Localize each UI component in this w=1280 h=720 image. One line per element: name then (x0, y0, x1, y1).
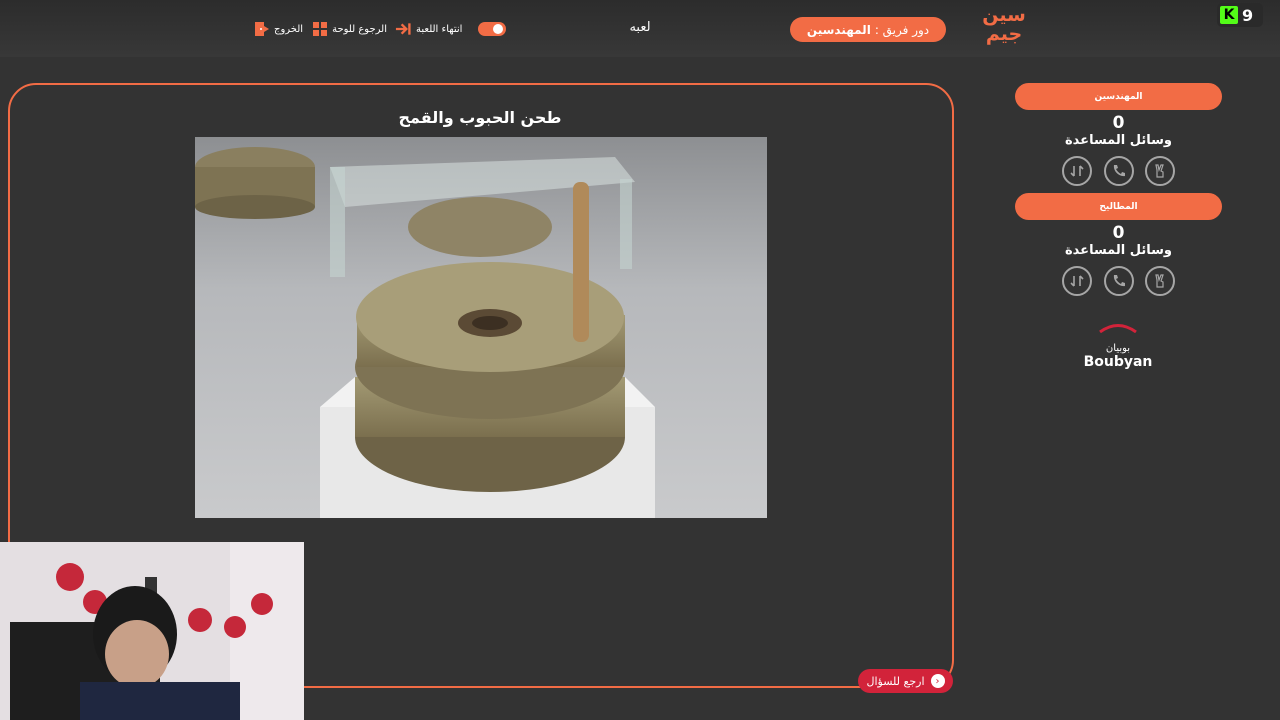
webcam-overlay (0, 542, 304, 720)
timer-toggle[interactable] (478, 22, 507, 36)
team-2-name: المطاليح (1015, 193, 1222, 220)
game-title: لعبه (629, 20, 651, 35)
grid-icon (311, 21, 328, 38)
swap-aid-icon[interactable] (1062, 156, 1092, 186)
team-2-aids (1062, 266, 1175, 296)
back-to-question-button[interactable]: ‹ ارجع للسؤال (858, 669, 953, 693)
sponsor-arc-icon (1099, 324, 1137, 334)
end-game-label: انتهاء اللعبة (416, 23, 463, 35)
sponsor-arabic: بوبيان (1105, 343, 1131, 354)
logo-line-2: جيم (985, 23, 1023, 45)
team-2-aids-label: وسائل المساعدة (1065, 243, 1172, 258)
exit-label: الخروج (274, 23, 304, 35)
toolbar: الخروج الرجوع للوحة انتهاء اللعبة (253, 18, 507, 40)
end-game-button[interactable]: انتهاء اللعبة (395, 21, 462, 38)
back-arrow-icon: ‹ (930, 674, 945, 688)
viewer-count: 9 (1242, 5, 1254, 25)
question-image (195, 137, 767, 518)
team-turn-badge: دور فريق : المهندسين (790, 17, 946, 42)
two-answers-aid-icon[interactable] (1145, 266, 1175, 296)
back-to-board-button[interactable]: الرجوع للوحة (311, 21, 387, 38)
sponsor-logo: بوبيان Boubyan (1080, 318, 1156, 370)
back-to-question-label: ارجع للسؤال (866, 674, 925, 688)
two-answers-aid-icon[interactable] (1145, 156, 1175, 186)
back-to-board-label: الرجوع للوحة (332, 23, 387, 35)
team-turn-name: المهندسين (806, 22, 871, 37)
team-1-aids (1062, 156, 1175, 186)
question-title: طحن الحبوب والقمح (398, 108, 562, 127)
kick-viewer-badge: K 9 (1217, 3, 1263, 27)
phone-aid-icon[interactable] (1103, 156, 1134, 186)
team-1-aids-label: وسائل المساعدة (1065, 133, 1172, 148)
sponsor-english: Boubyan (1083, 354, 1153, 370)
seen-jeem-logo: سين جيم (978, 6, 1030, 50)
kick-icon: K (1220, 6, 1238, 24)
team-turn-prefix: دور فريق : (874, 22, 930, 37)
arrow-end-icon (395, 21, 412, 38)
team-1-score: 0 (1112, 113, 1125, 133)
phone-aid-icon[interactable] (1103, 266, 1134, 296)
exit-icon (253, 21, 270, 38)
exit-button[interactable]: الخروج (253, 21, 303, 38)
team-1-name: المهندسين (1015, 83, 1222, 110)
team-2-score: 0 (1112, 223, 1125, 243)
swap-aid-icon[interactable] (1062, 266, 1092, 296)
